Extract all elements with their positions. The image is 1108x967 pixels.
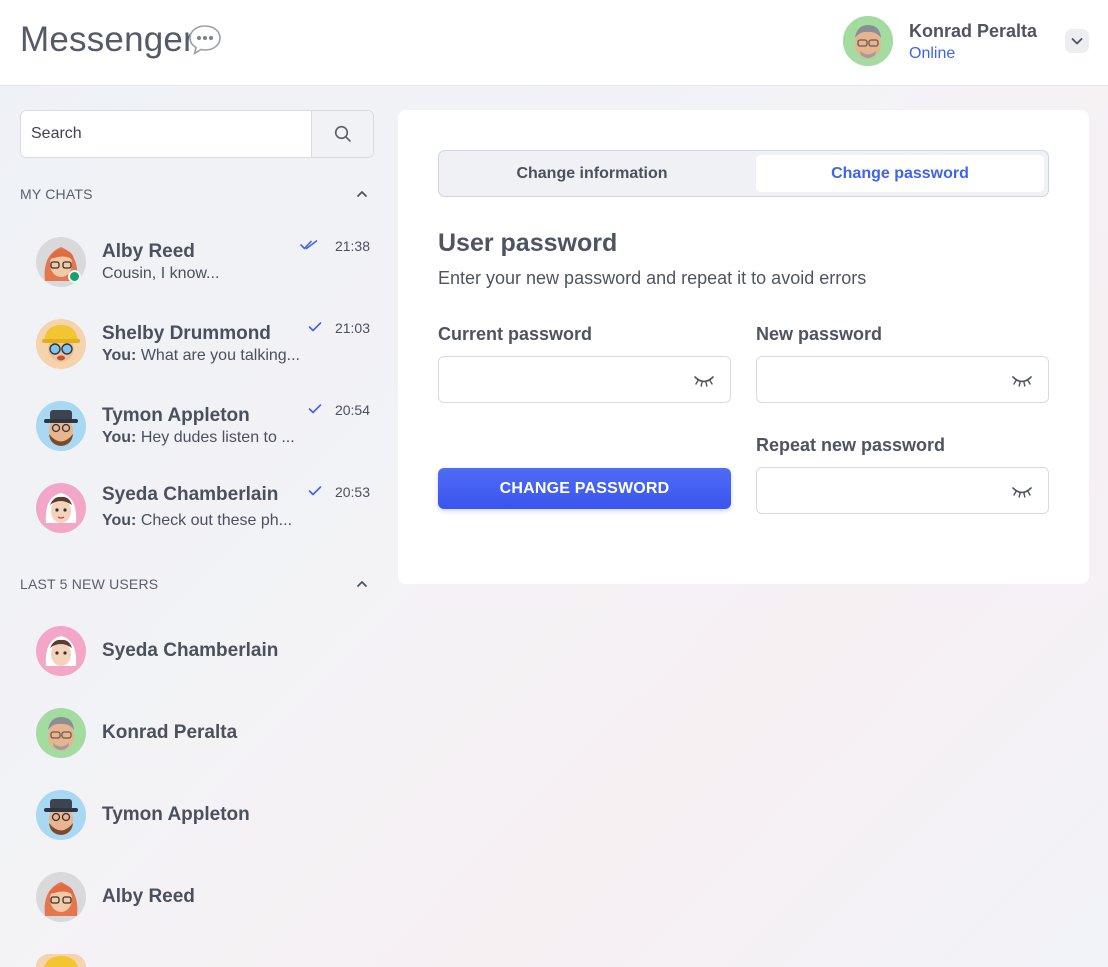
- chevron-up-icon[interactable]: [356, 578, 368, 590]
- chat-preview: You: Check out these ph...: [102, 512, 292, 530]
- eye-closed-icon[interactable]: [694, 374, 714, 388]
- my-chats-header: MY CHATS: [20, 186, 374, 206]
- search-icon: [334, 125, 351, 142]
- chat-time: 21:03: [334, 320, 370, 336]
- chat-name: Tymon Appleton: [102, 405, 250, 426]
- avatar: [36, 483, 86, 533]
- avatar: [36, 708, 86, 758]
- chat-item[interactable]: Tymon Appleton You: Hey dudes listen to …: [20, 386, 374, 466]
- you-prefix: You:: [102, 429, 137, 446]
- chat-preview-text: What are you talking...: [140, 347, 300, 364]
- list-item[interactable]: Alby Reed: [20, 858, 374, 938]
- avatar: [36, 319, 86, 369]
- repeat-password-field: [756, 467, 1049, 514]
- speech-bubble-icon: [189, 25, 221, 56]
- chat-time: 20:53: [334, 484, 370, 500]
- avatar: [36, 626, 86, 676]
- new-password-field: [756, 356, 1049, 403]
- avatar: [36, 401, 86, 451]
- list-item[interactable]: Syeda Chamberlain: [20, 612, 374, 692]
- tab-change-information[interactable]: Change information: [443, 155, 741, 192]
- new-password-label: New password: [756, 324, 883, 344]
- you-prefix: You:: [102, 347, 137, 364]
- chat-preview-text: Hey dudes listen to ...: [140, 429, 295, 446]
- repeat-password-input[interactable]: [757, 468, 997, 513]
- chat-preview: You: What are you talking...: [102, 347, 300, 365]
- tab-bar: Change information Change password: [438, 150, 1049, 197]
- app-title: Messenger: [20, 20, 195, 59]
- check-icon: [308, 404, 322, 414]
- current-password-label: Current password: [438, 324, 593, 344]
- section-title: LAST 5 NEW USERS: [20, 576, 159, 592]
- double-check-icon: [300, 240, 318, 250]
- eye-closed-icon[interactable]: [1012, 485, 1032, 499]
- page-title: User password: [438, 229, 618, 257]
- section-title: MY CHATS: [20, 186, 93, 202]
- chat-preview: You: Hey dudes listen to ...: [102, 429, 295, 447]
- list-item[interactable]: Tymon Appleton: [20, 776, 374, 856]
- online-indicator: [68, 270, 81, 283]
- search-button[interactable]: [311, 111, 373, 157]
- eye-closed-icon[interactable]: [1012, 374, 1032, 388]
- chat-item[interactable]: Syeda Chamberlain You: Check out these p…: [20, 468, 374, 548]
- repeat-password-label: Repeat new password: [756, 435, 946, 455]
- new-users-header: LAST 5 NEW USERS: [20, 576, 374, 596]
- user-name: Konrad Peralta: [909, 21, 1038, 41]
- user-name: Alby Reed: [102, 886, 195, 907]
- current-password-field: [438, 356, 731, 403]
- avatar: [36, 954, 86, 967]
- avatar: [36, 872, 86, 922]
- search-box: [20, 110, 374, 158]
- chat-preview-text: Check out these ph...: [140, 512, 293, 529]
- chat-item[interactable]: Shelby Drummond You: What are you talkin…: [20, 304, 374, 384]
- settings-panel: Change information Change password User …: [398, 110, 1089, 584]
- user-name: Syeda Chamberlain: [102, 640, 279, 661]
- user-name: Konrad Peralta: [102, 722, 238, 743]
- check-icon: [308, 486, 322, 496]
- chat-time: 21:38: [334, 238, 370, 254]
- chevron-up-icon[interactable]: [356, 188, 368, 200]
- change-password-button[interactable]: CHANGE PASSWORD: [438, 468, 731, 509]
- new-password-input[interactable]: [757, 357, 997, 402]
- chat-name: Syeda Chamberlain: [102, 484, 279, 505]
- app-header: Messenger Konrad Peralta Online: [0, 0, 1108, 86]
- page-subtitle: Enter your new password and repeat it to…: [438, 268, 867, 288]
- tab-change-password[interactable]: Change password: [756, 155, 1044, 192]
- chat-name: Shelby Drummond: [102, 323, 271, 344]
- user-name: Tymon Appleton: [102, 804, 250, 825]
- check-icon: [308, 322, 322, 332]
- chat-time: 20:54: [334, 402, 370, 418]
- chat-item[interactable]: Alby Reed Cousin, I know... 21:38: [20, 222, 374, 302]
- avatar: [36, 790, 86, 840]
- current-password-input[interactable]: [439, 357, 679, 402]
- chat-name: Alby Reed: [102, 241, 195, 262]
- search-input[interactable]: [21, 111, 311, 157]
- chat-preview-text: Cousin, I know...: [102, 265, 220, 282]
- chevron-down-icon: [1071, 38, 1083, 45]
- list-item[interactable]: Konrad Peralta: [20, 694, 374, 774]
- you-prefix: You:: [102, 512, 137, 529]
- avatar: [843, 16, 893, 66]
- chat-preview: Cousin, I know...: [102, 265, 219, 283]
- user-status: Online: [909, 45, 956, 62]
- user-menu-button[interactable]: [1065, 29, 1089, 53]
